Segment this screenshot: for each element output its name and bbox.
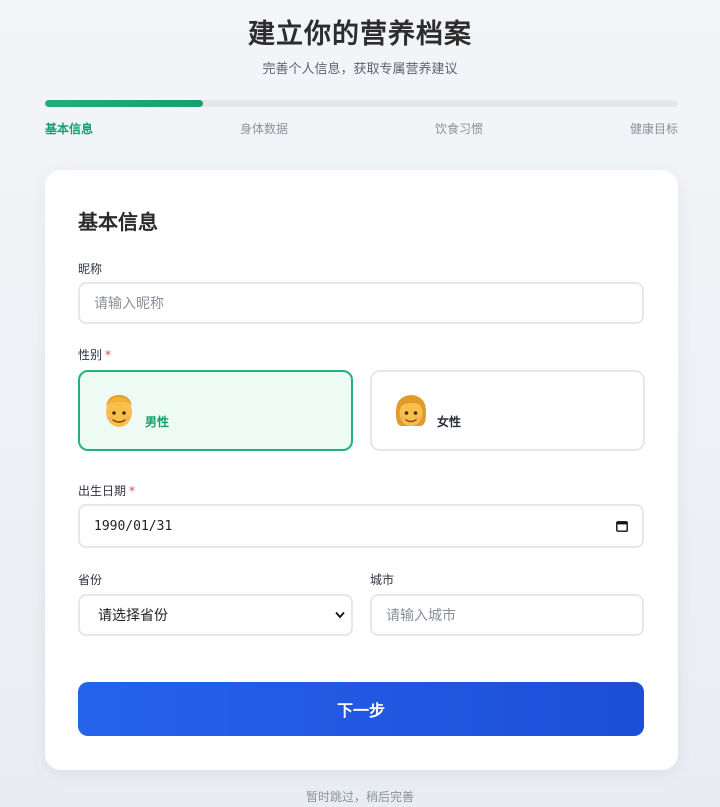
nickname-input[interactable]: 请输入昵称 bbox=[78, 282, 644, 324]
birthdate-label: 出生日期 * bbox=[78, 482, 135, 499]
skip-link[interactable]: 暂时跳过，稍后完善 bbox=[0, 788, 720, 805]
page-title: 建立你的营养档案 bbox=[248, 19, 472, 50]
city-placeholder: 请输入城市 bbox=[386, 608, 456, 624]
gender-option-female-label: 女性 bbox=[437, 415, 462, 429]
section-title: 基本信息 bbox=[78, 210, 158, 234]
city-input[interactable]: 请输入城市 bbox=[370, 594, 644, 636]
man-emoji-icon bbox=[106, 395, 132, 427]
progress-bar bbox=[45, 100, 678, 107]
next-button[interactable]: 下一步 bbox=[78, 682, 644, 736]
birthdate-input[interactable]: 1990/01/31 bbox=[78, 504, 644, 548]
province-select[interactable]: 请选择省份 bbox=[78, 594, 353, 636]
step-diet-habits: 饮食习惯 bbox=[435, 122, 484, 136]
nickname-label: 昵称 bbox=[78, 262, 103, 276]
step-labels: 基本信息 身体数据 饮食习惯 健康目标 bbox=[45, 120, 678, 138]
required-mark: * bbox=[129, 484, 136, 498]
gender-option-male[interactable]: 男性 bbox=[78, 370, 353, 451]
calendar-icon[interactable] bbox=[616, 520, 628, 532]
gender-label: 性别 * bbox=[78, 346, 111, 363]
province-label: 省份 bbox=[78, 573, 103, 587]
birthdate-label-text: 出生日期 bbox=[78, 484, 127, 498]
chevron-down-icon bbox=[335, 611, 345, 619]
gender-option-male-label: 男性 bbox=[145, 415, 170, 429]
step-health-goals: 健康目标 bbox=[629, 122, 678, 136]
gender-label-text: 性别 bbox=[78, 348, 103, 362]
form-card: 基本信息 昵称 请输入昵称 性别 * 男性 女性 出生日期 * 1990/01/… bbox=[45, 170, 678, 770]
woman-emoji-icon bbox=[395, 395, 427, 426]
progress-bar-fill bbox=[45, 100, 204, 107]
province-selected-value: 请选择省份 bbox=[98, 608, 168, 624]
required-mark: * bbox=[105, 348, 112, 362]
city-label: 城市 bbox=[370, 573, 395, 587]
step-body-data: 身体数据 bbox=[240, 122, 289, 136]
gender-option-female[interactable]: 女性 bbox=[370, 370, 645, 451]
page-subtitle: 完善个人信息，获取专属营养建议 bbox=[262, 62, 458, 77]
nickname-placeholder: 请输入昵称 bbox=[94, 296, 164, 312]
step-basic-info: 基本信息 bbox=[45, 122, 94, 136]
birthdate-value: 1990/01/31 bbox=[94, 518, 173, 534]
